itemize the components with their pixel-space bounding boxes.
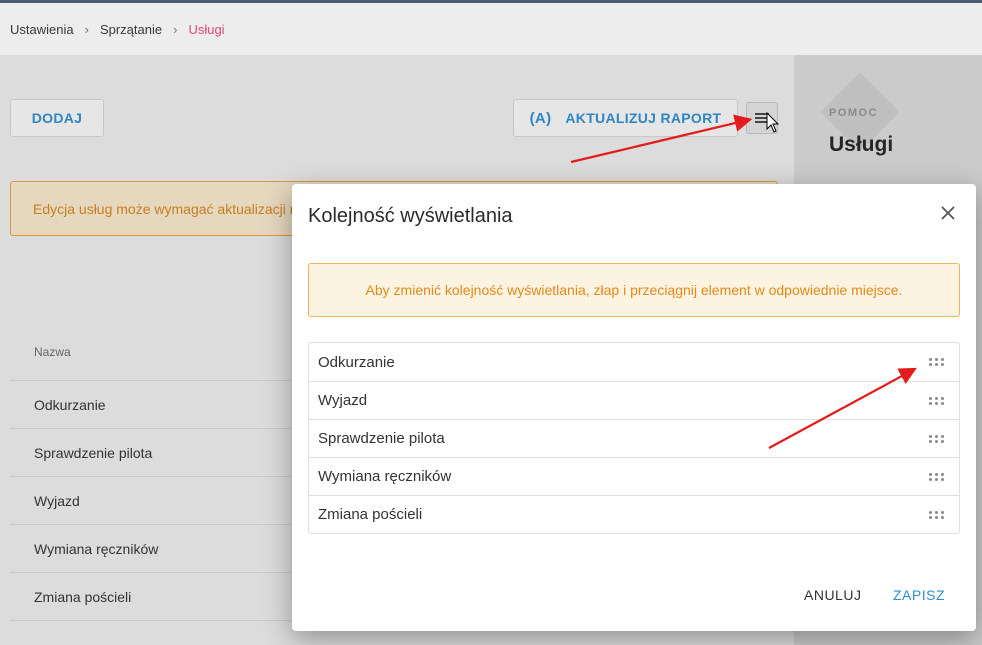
broadcast-tower-icon: (A) — [529, 109, 552, 127]
chevron-right-icon: › — [84, 22, 89, 37]
drag-handle-icon[interactable] — [929, 396, 945, 405]
table-row[interactable]: Sprawdzenie pilota — [34, 445, 152, 461]
row-divider — [10, 380, 292, 381]
sortable-item-label: Wymiana ręczników — [318, 468, 452, 485]
chevron-right-icon: › — [173, 22, 178, 37]
column-header-name[interactable]: Nazwa — [34, 345, 71, 359]
drag-handle-icon[interactable] — [929, 434, 945, 443]
sortable-item[interactable]: Zmiana pościeli — [309, 495, 959, 533]
row-divider — [10, 524, 292, 525]
breadcrumb: Ustawienia › Sprzątanie › Usługi — [10, 22, 225, 37]
sortable-item[interactable]: Odkurzanie — [309, 343, 959, 381]
sortable-item[interactable]: Sprawdzenie pilota — [309, 419, 959, 457]
sortable-item[interactable]: Wyjazd — [309, 381, 959, 419]
sortable-item-label: Wyjazd — [318, 392, 368, 409]
table-row[interactable]: Wymiana ręczników — [34, 541, 158, 557]
help-title: Usługi — [829, 133, 894, 156]
top-border — [0, 0, 982, 3]
sortable-item-label: Sprawdzenie pilota — [318, 430, 445, 447]
row-divider — [10, 476, 292, 477]
drag-handle-icon[interactable] — [929, 358, 945, 366]
save-button[interactable]: ZAPISZ — [893, 587, 945, 603]
breadcrumb-item-cleaning[interactable]: Sprzątanie — [100, 22, 162, 37]
table-row[interactable]: Odkurzanie — [34, 397, 106, 413]
breadcrumb-item-services: Usługi — [188, 22, 225, 37]
mouse-cursor-icon — [766, 112, 780, 133]
drag-hint-banner: Aby zmienić kolejność wyświetlania, złap… — [308, 263, 960, 317]
update-report-button[interactable]: (A) AKTUALIZUJ RAPORT — [513, 99, 738, 137]
table-row[interactable]: Wyjazd — [34, 493, 80, 509]
close-icon[interactable] — [937, 202, 959, 224]
sortable-list: Odkurzanie Wyjazd Sprawdzenie pilota Wym… — [308, 342, 960, 534]
breadcrumb-item-settings[interactable]: Ustawienia — [10, 22, 74, 37]
help-label: POMOC — [829, 107, 879, 119]
dialog-title: Kolejność wyświetlania — [308, 205, 513, 227]
drag-handle-icon[interactable] — [929, 472, 945, 481]
add-button[interactable]: DODAJ — [10, 99, 104, 137]
update-report-label: AKTUALIZUJ RAPORT — [565, 110, 722, 126]
row-divider — [10, 620, 292, 621]
row-divider — [10, 428, 292, 429]
sortable-item[interactable]: Wymiana ręczników — [309, 457, 959, 495]
display-order-dialog: Kolejność wyświetlania Aby zmienić kolej… — [292, 184, 976, 631]
drag-handle-icon[interactable] — [929, 510, 945, 519]
sortable-item-label: Zmiana pościeli — [318, 506, 423, 523]
table-row[interactable]: Zmiana pościeli — [34, 589, 131, 605]
cancel-button[interactable]: ANULUJ — [804, 587, 861, 603]
sortable-item-label: Odkurzanie — [318, 353, 395, 371]
row-divider — [10, 572, 292, 573]
